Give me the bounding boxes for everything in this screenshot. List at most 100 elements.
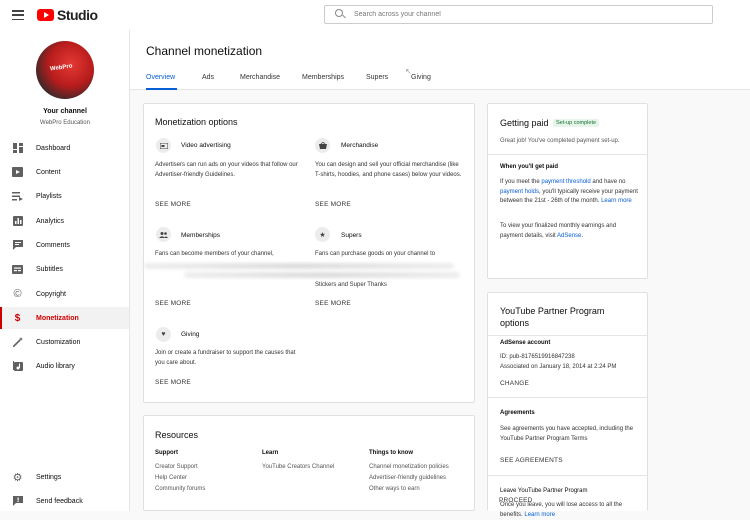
blurred-text xyxy=(144,263,454,269)
resource-link[interactable]: Other ways to earn xyxy=(369,486,420,492)
sidebar-item-content[interactable]: Content xyxy=(0,161,129,183)
learn-more-link[interactable]: Learn more xyxy=(524,512,555,518)
search-icon xyxy=(334,8,348,22)
sidebar-item-dashboard[interactable]: Dashboard xyxy=(0,137,129,159)
sidebar: WebPro Your channel WebPro Education Das… xyxy=(0,30,130,511)
active-tab-indicator xyxy=(146,88,177,90)
card-title: YouTube Partner Program options xyxy=(500,306,605,328)
hamburger-menu-icon[interactable] xyxy=(12,10,24,20)
option-description-continued: Stickers and Super Thanks xyxy=(315,282,387,288)
text-span: If you meet the xyxy=(500,179,542,185)
playlists-icon xyxy=(12,191,23,202)
sidebar-item-label: Playlists xyxy=(36,192,62,200)
agreements-description: See agreements you have accepted, includ… xyxy=(500,426,634,442)
channel-avatar[interactable]: WebPro xyxy=(36,41,94,99)
sidebar-item-label: Analytics xyxy=(36,217,65,225)
resource-link[interactable]: YouTube Creators Channel xyxy=(262,464,334,470)
see-more-button[interactable]: SEE MORE xyxy=(155,201,191,208)
section-title: Leave YouTube Partner Program xyxy=(500,488,588,494)
search-input[interactable] xyxy=(354,11,694,18)
magic-wand-icon xyxy=(12,337,23,348)
resource-link[interactable]: Channel monetization policies xyxy=(369,464,449,470)
resource-link[interactable]: Creator Support xyxy=(155,464,198,470)
channel-subtitle: WebPro Education xyxy=(40,120,90,126)
search-box[interactable] xyxy=(324,5,713,24)
tab-merchandise[interactable]: Merchandise xyxy=(240,74,280,81)
sidebar-item-label: Send feedback xyxy=(36,497,83,505)
sidebar-item-label: Copyright xyxy=(36,290,66,298)
tab-overview[interactable]: Overview xyxy=(146,74,175,81)
adsense-link[interactable]: AdSense xyxy=(557,233,581,239)
subtitles-icon xyxy=(12,264,23,275)
sidebar-item-subtitles[interactable]: Subtitles xyxy=(0,258,129,280)
shopping-basket-icon xyxy=(315,138,330,153)
youtube-studio-logo[interactable]: Studio xyxy=(37,7,98,23)
divider xyxy=(488,335,647,336)
comments-icon xyxy=(12,240,23,251)
youtube-play-icon xyxy=(37,9,54,21)
status-badge: Set-up complete xyxy=(553,119,600,127)
text-span: . xyxy=(581,232,584,239)
sidebar-item-audio-library[interactable]: Audio library xyxy=(0,355,129,377)
see-more-button[interactable]: SEE MORE xyxy=(315,201,351,208)
resource-link[interactable]: Advertiser-friendly guidelines xyxy=(369,475,446,481)
sidebar-item-send-feedback[interactable]: Send feedback xyxy=(0,490,129,512)
resource-link[interactable]: Community forums xyxy=(155,486,205,492)
sidebar-item-playlists[interactable]: Playlists xyxy=(0,185,129,207)
payment-holds-link[interactable]: payment holds xyxy=(500,189,539,195)
sidebar-item-analytics[interactable]: Analytics xyxy=(0,210,129,232)
sidebar-item-monetization[interactable]: $ Monetization xyxy=(0,307,129,329)
feedback-icon xyxy=(12,496,23,507)
payment-threshold-link[interactable]: payment threshold xyxy=(541,179,590,185)
divider xyxy=(488,475,647,476)
sidebar-item-customization[interactable]: Customization xyxy=(0,331,129,353)
sidebar-item-label: Content xyxy=(36,168,61,176)
dollar-icon: $ xyxy=(14,312,21,324)
content-icon xyxy=(12,167,23,178)
proceed-button[interactable]: PROCEED xyxy=(499,497,533,504)
copyright-icon: © xyxy=(13,288,22,300)
tab-memberships[interactable]: Memberships xyxy=(302,74,344,81)
payment-timing-text: If you meet the payment threshold and ha… xyxy=(500,178,640,207)
star-icon: ★ xyxy=(315,227,330,242)
divider xyxy=(488,397,647,398)
gear-icon: ⚙ xyxy=(12,471,23,484)
see-agreements-button[interactable]: SEE AGREEMENTS xyxy=(500,457,563,464)
option-description: You can design and sell your official me… xyxy=(315,162,462,178)
tab-supers[interactable]: Supers xyxy=(366,74,388,81)
tab-giving[interactable]: Giving xyxy=(411,74,431,81)
card-title: Monetization options xyxy=(155,117,238,127)
blurred-text xyxy=(184,272,460,278)
resources-column-title: Things to know xyxy=(369,450,413,456)
option-description: Fans can purchase goods on your channel … xyxy=(315,251,436,257)
avatar-text: WebPro xyxy=(49,63,73,73)
option-description: Fans can become members of your channel, xyxy=(155,251,274,257)
sidebar-item-settings[interactable]: ⚙ Settings xyxy=(0,466,129,488)
audio-library-icon xyxy=(12,361,23,372)
change-button[interactable]: CHANGE xyxy=(500,380,529,387)
sidebar-item-copyright[interactable]: © Copyright xyxy=(0,283,129,305)
sidebar-item-label: Comments xyxy=(36,241,70,249)
resource-link[interactable]: Help Center xyxy=(155,475,187,481)
mouse-cursor-icon: ↖ xyxy=(405,67,412,76)
option-description: Advertisers can run ads on your videos t… xyxy=(155,162,298,178)
option-title: Giving xyxy=(181,331,200,338)
getting-paid-card: Getting paid Set-up complete Great job! … xyxy=(487,103,648,279)
channel-name: Your channel xyxy=(43,108,87,115)
tab-ads[interactable]: Ads xyxy=(202,74,214,81)
option-description: Join or create a fundraiser to support t… xyxy=(155,350,296,366)
sidebar-item-comments[interactable]: Comments xyxy=(0,234,129,256)
see-more-button[interactable]: SEE MORE xyxy=(315,300,351,307)
see-more-button[interactable]: SEE MORE xyxy=(155,300,191,307)
see-more-button[interactable]: SEE MORE xyxy=(155,379,191,386)
card-title: Getting paid xyxy=(500,118,549,128)
resources-column-title: Learn xyxy=(262,450,279,456)
sidebar-item-label: Customization xyxy=(36,338,81,346)
section-title: AdSense account xyxy=(500,340,551,346)
dashboard-icon xyxy=(12,143,23,154)
sidebar-item-label: Subtitles xyxy=(36,265,63,273)
option-title: Supers xyxy=(341,232,362,239)
learn-more-link[interactable]: Learn more xyxy=(601,198,632,204)
divider xyxy=(488,154,647,155)
analytics-icon xyxy=(12,216,23,227)
